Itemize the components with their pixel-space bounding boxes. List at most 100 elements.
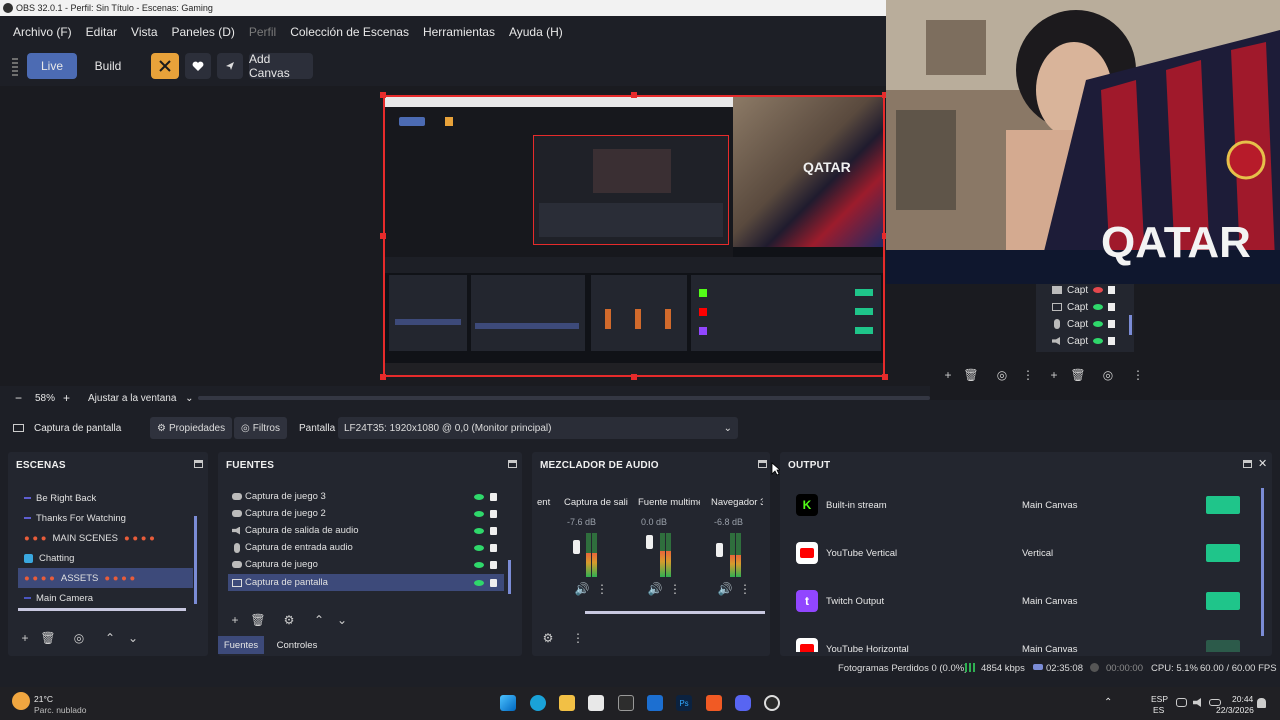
eye-icon[interactable] bbox=[1093, 338, 1104, 344]
speaker-icon[interactable]: 🔊 bbox=[574, 581, 590, 597]
move-down-icon[interactable]: ⌄ bbox=[334, 612, 350, 628]
eye-icon[interactable] bbox=[474, 510, 484, 517]
source-item[interactable]: Captura de juego bbox=[228, 556, 504, 573]
mini-scrollbar[interactable] bbox=[1129, 315, 1132, 335]
mini-source-row[interactable]: Capt bbox=[1052, 333, 1116, 349]
dock-float-icon[interactable] bbox=[758, 460, 767, 468]
more-icon[interactable]: ⋮ bbox=[737, 581, 753, 597]
notification-bell-icon[interactable] bbox=[1257, 698, 1266, 708]
gear-icon[interactable]: ⚙ bbox=[281, 612, 297, 628]
filters-button[interactable]: ◎ Filtros bbox=[234, 417, 287, 439]
output-toggle-button[interactable] bbox=[1206, 592, 1240, 610]
volume-fader[interactable] bbox=[573, 540, 580, 554]
trash-icon[interactable]: 🗑 bbox=[250, 612, 266, 628]
scene-item[interactable]: Main Camera bbox=[18, 588, 193, 608]
obs-taskbar-icon[interactable] bbox=[764, 695, 780, 711]
trash-icon[interactable]: 🗑 bbox=[1070, 367, 1086, 383]
scene-item[interactable]: ● ● ● MAIN SCENES ● ● ● ● bbox=[18, 528, 193, 548]
properties-button[interactable]: ⚙ Propiedades bbox=[150, 417, 233, 439]
store-icon[interactable] bbox=[588, 695, 604, 711]
eye-icon[interactable] bbox=[474, 561, 484, 568]
weather-icon[interactable] bbox=[12, 692, 30, 710]
source-item[interactable]: Captura de entrada audio bbox=[228, 539, 504, 556]
scene-item[interactable]: Chatting bbox=[18, 548, 193, 568]
network-icon[interactable] bbox=[1176, 698, 1187, 707]
source-item[interactable]: Captura de salida de audio bbox=[228, 522, 504, 539]
lock-icon[interactable] bbox=[490, 578, 497, 587]
scene-item[interactable]: Be Right Back bbox=[18, 488, 193, 508]
live-button[interactable]: Live bbox=[27, 53, 77, 79]
lock-icon[interactable] bbox=[490, 492, 497, 501]
filter-icon[interactable]: ◎ bbox=[71, 630, 87, 646]
filter-icon[interactable]: ◎ bbox=[994, 367, 1010, 383]
build-button[interactable]: Build bbox=[83, 53, 133, 79]
scenes-scrollbar[interactable] bbox=[194, 516, 197, 604]
source-item[interactable]: Captura de juego 3 bbox=[228, 488, 504, 505]
add-icon[interactable]: + bbox=[1046, 367, 1062, 383]
add-canvas-button[interactable]: Add Canvas bbox=[249, 52, 313, 80]
eye-icon[interactable] bbox=[474, 579, 484, 586]
resize-handle-w[interactable] bbox=[380, 233, 386, 239]
output-toggle-button[interactable] bbox=[1206, 496, 1240, 514]
mini-source-row[interactable]: Capt bbox=[1052, 316, 1116, 332]
menu-herramientas[interactable]: Herramientas bbox=[418, 25, 500, 39]
volume-fader[interactable] bbox=[716, 543, 723, 557]
tab-controles[interactable]: Controles bbox=[270, 636, 324, 654]
lock-icon[interactable] bbox=[1108, 286, 1116, 294]
menu-editar[interactable]: Editar bbox=[81, 25, 122, 39]
source-item[interactable]: Captura de juego 2 bbox=[228, 505, 504, 522]
dock-float-icon[interactable] bbox=[1243, 460, 1252, 468]
close-icon[interactable]: ✕ bbox=[1258, 457, 1267, 470]
mixer-hscrollbar[interactable] bbox=[585, 611, 765, 614]
speaker-icon[interactable]: 🔊 bbox=[647, 581, 663, 597]
drag-handle-icon[interactable] bbox=[12, 58, 18, 76]
output-toggle-button[interactable] bbox=[1206, 544, 1240, 562]
output-row[interactable]: t Twitch Output Main Canvas bbox=[796, 586, 1256, 616]
edge-browser-icon[interactable] bbox=[530, 695, 546, 711]
zoom-out-button[interactable]: − bbox=[15, 391, 22, 405]
source-item[interactable]: Captura de pantalla bbox=[228, 574, 504, 591]
lock-icon[interactable] bbox=[490, 543, 497, 552]
menu-coleccion-escenas[interactable]: Colección de Escenas bbox=[285, 25, 414, 39]
volume-fader[interactable] bbox=[646, 535, 653, 549]
tab-fuentes[interactable]: Fuentes bbox=[218, 636, 264, 654]
more-icon[interactable]: ⋮ bbox=[570, 630, 586, 646]
add-icon[interactable]: + bbox=[940, 367, 956, 383]
output-toggle-button[interactable] bbox=[1206, 640, 1240, 652]
scenes-hscrollbar[interactable] bbox=[18, 608, 186, 611]
mini-source-row[interactable]: Capt bbox=[1052, 282, 1116, 298]
output-row[interactable]: K Built-in stream Main Canvas bbox=[796, 490, 1256, 520]
move-up-icon[interactable]: ⌃ bbox=[311, 612, 327, 628]
lock-icon[interactable] bbox=[1108, 337, 1116, 345]
file-explorer-icon[interactable] bbox=[559, 695, 575, 711]
eye-icon[interactable] bbox=[474, 493, 484, 500]
resize-handle-n[interactable] bbox=[631, 92, 637, 98]
preview-source-frame[interactable]: QATAR bbox=[383, 95, 885, 377]
output-row[interactable]: YouTube Vertical Vertical bbox=[796, 538, 1256, 568]
trash-icon[interactable]: 🗑 bbox=[40, 630, 56, 646]
windows-start-icon[interactable] bbox=[500, 695, 516, 711]
heart-icon[interactable] bbox=[185, 53, 211, 79]
filter-icon[interactable]: ◎ bbox=[1100, 367, 1116, 383]
menu-paneles[interactable]: Paneles (D) bbox=[167, 25, 240, 39]
resize-handle-s[interactable] bbox=[631, 374, 637, 380]
output-row[interactable]: YouTube Horizontal Main Canvas bbox=[796, 634, 1256, 652]
terminal-icon[interactable] bbox=[618, 695, 634, 711]
resize-handle-nw[interactable] bbox=[380, 92, 386, 98]
display-select[interactable]: LF24T35: 1920x1080 @ 0,0 (Monitor princi… bbox=[338, 417, 738, 439]
brave-browser-icon[interactable] bbox=[706, 695, 722, 711]
mini-source-row[interactable]: Capt bbox=[1052, 299, 1116, 315]
tools-icon[interactable] bbox=[151, 53, 179, 79]
lock-icon[interactable] bbox=[490, 526, 497, 535]
speaker-icon[interactable]: 🔊 bbox=[717, 581, 733, 597]
move-up-icon[interactable]: ⌃ bbox=[102, 630, 118, 646]
eye-icon[interactable] bbox=[1093, 304, 1104, 310]
add-source-icon[interactable]: + bbox=[227, 612, 243, 628]
more-icon[interactable]: ⋮ bbox=[1130, 367, 1146, 383]
eye-hidden-icon[interactable] bbox=[1093, 287, 1104, 293]
eye-icon[interactable] bbox=[474, 527, 484, 534]
discord-icon[interactable] bbox=[735, 695, 751, 711]
menu-archivo[interactable]: Archivo (F) bbox=[8, 25, 77, 39]
more-icon[interactable]: ⋮ bbox=[667, 581, 683, 597]
photoshop-icon[interactable]: Ps bbox=[676, 695, 692, 711]
